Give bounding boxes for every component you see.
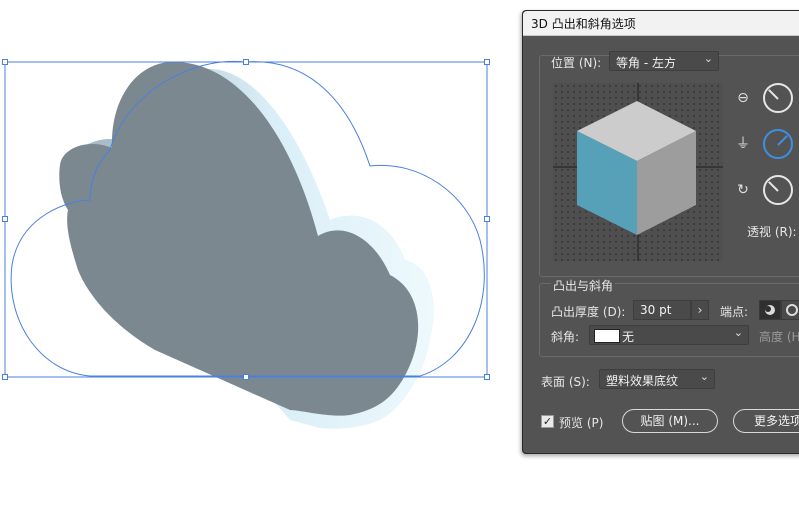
chevron-down-icon: ⌄ — [733, 326, 743, 339]
extrude-section-title: 凸出与斜角 — [551, 277, 616, 294]
chevron-right-icon: › — [697, 303, 703, 317]
map-button[interactable]: 贴图 (M)... — [622, 409, 718, 433]
position-label: 位置 (N): — [551, 56, 602, 70]
bevel-height-label: 高度 (H — [759, 330, 799, 344]
z-rotation-dial[interactable] — [763, 175, 793, 205]
extrude-depth-value: 30 pt — [640, 303, 672, 317]
cap-off-button[interactable] — [781, 300, 799, 320]
preview-label: 预览 (P) — [559, 416, 604, 430]
chevron-down-icon: ⌄ — [703, 52, 713, 65]
surface-value: 塑料效果底纹 — [606, 374, 679, 388]
handle-top-center — [243, 59, 249, 65]
bevel-value: 无 — [622, 330, 635, 344]
preview-checkbox[interactable]: ✓ — [541, 415, 554, 428]
dialog-title: 3D 凸出和斜角选项 — [531, 17, 636, 31]
extrude-depth-input[interactable]: 30 pt — [633, 300, 691, 320]
bevel-label: 斜角: — [551, 330, 580, 344]
handle-top-right — [484, 59, 490, 65]
axis-z-icon: ↻ — [737, 182, 749, 198]
axis-y-icon: ⏚ — [736, 136, 750, 152]
position-select[interactable]: 等角 - 左方 ⌄ — [609, 51, 719, 71]
handle-middle-right — [484, 216, 490, 222]
position-value: 等角 - 左方 — [616, 56, 676, 70]
extrude-bevel-dialog: 3D 凸出和斜角选项 位置 (N): 等角 - 左方 ⌄ ⊖ ⏚ ↻ 透视 (R… — [522, 10, 799, 454]
perspective-label: 透视 (R): — [747, 225, 797, 239]
cap-label: 端点: — [720, 305, 749, 319]
dialog-titlebar[interactable]: 3D 凸出和斜角选项 — [523, 11, 799, 36]
extrude-depth-label: 凸出厚度 (D): — [551, 305, 626, 319]
handle-bottom-right — [484, 374, 490, 380]
artboard-canvas[interactable] — [0, 0, 520, 510]
x-rotation-dial[interactable] — [763, 83, 793, 113]
handle-top-left — [2, 59, 8, 65]
cap-on-button[interactable] — [759, 300, 781, 320]
bevel-select[interactable]: 无 ⌄ — [589, 325, 749, 345]
bevel-swatch — [594, 329, 620, 343]
surface-select[interactable]: 塑料效果底纹 ⌄ — [599, 369, 715, 389]
handle-bottom-left — [2, 374, 8, 380]
chevron-down-icon: ⌄ — [699, 370, 709, 383]
handle-middle-left — [2, 216, 8, 222]
more-options-button[interactable]: 更多选项 — [733, 409, 799, 433]
handle-bottom-center — [243, 374, 249, 380]
extrude-depth-slider-button[interactable]: › — [691, 300, 709, 320]
y-rotation-dial[interactable] — [763, 129, 793, 159]
checkmark-icon: ✓ — [542, 415, 553, 428]
rotation-track-cube[interactable] — [553, 83, 723, 261]
axis-x-icon: ⊖ — [737, 90, 749, 106]
surface-label: 表面 (S): — [541, 375, 590, 389]
